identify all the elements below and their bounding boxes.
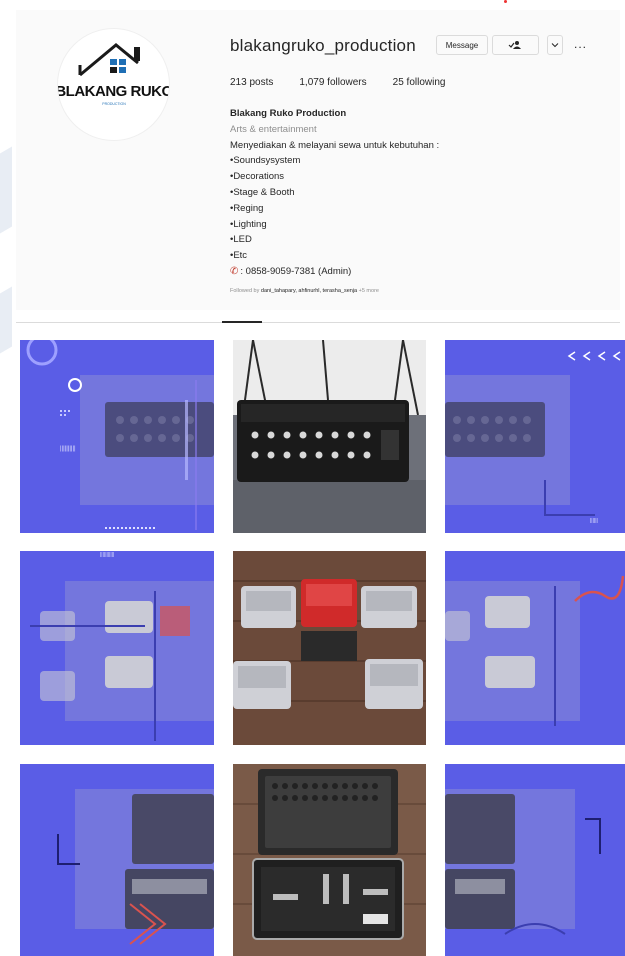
post-thumbnail[interactable] [445,551,625,745]
followed-by[interactable]: Followed by dani_tahapary, ahfinurhl, te… [230,288,379,294]
followed-by-suffix: +5 more [357,288,379,294]
post-image-mic-case-photo [233,764,426,956]
posts-count: 213 posts [230,77,274,88]
bio-line: •Decorations [230,171,285,183]
post-image-mic-case-promo [445,764,625,956]
profile-username: blakangruko_production [230,36,416,55]
post-image-amplifier-photo [233,551,426,745]
blakang-ruko-logo: BLAKANG RUKO PRODUCTION [58,43,170,106]
background-decoration [0,146,12,234]
profile-bio: Blakang Ruko Production Arts & entertain… [230,106,439,280]
phone-number: : 0858-9059-7381 (Admin) [240,265,352,277]
person-check-icon [508,41,521,49]
post-thumbnail[interactable]: |||||| [445,340,625,533]
svg-text:||||||||||: |||||||||| [60,446,76,452]
post-image-mixer-photo [233,340,426,533]
background-decoration [0,286,12,354]
post-thumbnail[interactable] [233,340,426,533]
svg-text:||||||: |||||| [590,518,598,524]
tab-posts-indicator[interactable] [222,321,262,323]
phone-row: ✆ : 0858-9059-7381 (Admin) [230,264,439,280]
profile-stats: 213 posts 1,079 followers 25 following [230,77,471,88]
followed-by-names[interactable]: dani_tahapary, ahfinurhl, terasha_senja [261,288,357,294]
notification-dot [504,0,507,3]
bio-line: •Etc [230,250,248,262]
post-image-mixer-promo: |||||| [445,340,625,533]
post-image-amplifier-promo: ||||||||||| [20,551,214,745]
bio-line: •Lighting [230,218,267,230]
following-button[interactable] [492,35,539,55]
bio-line: •Soundsysystem [230,155,301,167]
tabs-divider [16,322,620,323]
profile-category: Arts & entertainment [230,123,317,135]
post-image-amplifier-promo [445,551,625,745]
following-link[interactable]: 25 following [393,77,446,88]
post-thumbnail[interactable]: |||||||||| [20,340,214,533]
logo-subtext: PRODUCTION [102,102,126,106]
bio-line: •Stage & Booth [230,186,295,198]
post-thumbnail[interactable] [20,764,214,956]
post-thumbnail[interactable] [445,764,625,956]
bio-line: Menyediakan & melayani sewa untuk kebutu… [230,139,440,151]
svg-text:|||||||||||: ||||||||||| [100,552,114,558]
profile-avatar[interactable]: BLAKANG RUKO PRODUCTION [57,28,170,141]
more-options-button[interactable]: ... [574,37,587,51]
followed-by-prefix: Followed by [230,288,261,294]
post-thumbnail[interactable] [233,551,426,745]
logo-text: BLAKANG RUKO [58,83,170,100]
followers-link[interactable]: 1,079 followers [299,77,366,88]
suggested-accounts-button[interactable] [547,35,563,55]
chevron-down-icon [551,43,559,48]
post-image-mixer-promo: |||||||||| [20,340,214,533]
post-thumbnail[interactable]: ||||||||||| [20,551,214,745]
post-thumbnail[interactable] [233,764,426,956]
profile-full-name: Blakang Ruko Production [230,108,347,119]
message-button[interactable]: Message [436,35,488,55]
post-image-mic-case-promo [20,764,214,956]
bio-line: •Reging [230,202,264,214]
phone-icon: ✆ [230,265,239,277]
bio-line: •LED [230,234,252,246]
